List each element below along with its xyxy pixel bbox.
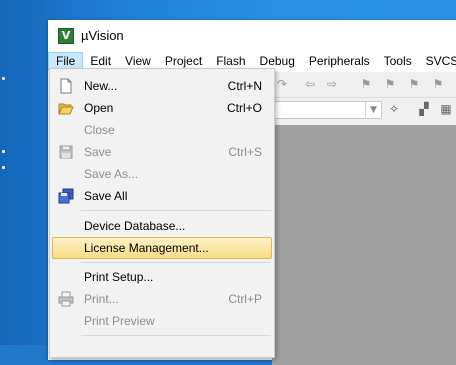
- menu-separator: [81, 335, 271, 336]
- menu-item-open[interactable]: Open Ctrl+O: [52, 97, 272, 119]
- menu-item-print-preview-label: Print Preview: [84, 314, 155, 328]
- desktop-icon-marker: [2, 166, 5, 169]
- menu-item-open-label: Open: [84, 101, 114, 115]
- menu-item-save-label: Save: [84, 145, 112, 159]
- menu-item-open-shortcut: Ctrl+O: [226, 101, 262, 115]
- title-bar[interactable]: V µVision: [48, 20, 456, 51]
- menu-item-save-all[interactable]: Save All: [52, 185, 272, 207]
- new-file-icon: [60, 78, 72, 94]
- menu-item-close[interactable]: Close: [52, 119, 272, 141]
- menu-item-save[interactable]: Save Ctrl+S: [52, 141, 272, 163]
- bookmark-prev-icon[interactable]: ⚑: [382, 76, 398, 92]
- menu-item-save-as[interactable]: Save As...: [52, 163, 272, 185]
- save-all-icon: [58, 188, 74, 204]
- menu-item-license-management-label: License Management...: [84, 241, 209, 255]
- file-menu-dropdown: New... Ctrl+N Open Ctrl+O Close Save Ctr…: [49, 68, 275, 358]
- menu-item-save-all-label: Save All: [84, 189, 128, 203]
- window-title: µVision: [81, 28, 124, 43]
- menu-item-print[interactable]: Print... Ctrl+P: [52, 288, 272, 310]
- menu-item-print-setup-label: Print Setup...: [84, 270, 154, 284]
- menu-item-device-database[interactable]: Device Database...: [52, 215, 272, 237]
- menu-separator: [81, 210, 271, 211]
- menu-svcs[interactable]: SVCS: [419, 52, 456, 71]
- menu-separator: [81, 262, 271, 263]
- manage-components-icon[interactable]: ▞: [416, 101, 432, 117]
- menu-item-close-label: Close: [84, 123, 115, 137]
- uvision-app-icon: V: [58, 27, 74, 44]
- navigate-back-icon[interactable]: ⇦: [302, 76, 318, 92]
- menu-item-print-preview[interactable]: Print Preview: [52, 310, 272, 332]
- menu-peripherals[interactable]: Peripherals: [302, 52, 377, 71]
- menu-item-new-label: New...: [84, 79, 118, 93]
- menu-item-new[interactable]: New... Ctrl+N: [52, 75, 272, 97]
- bookmark-next-icon[interactable]: ⚑: [406, 76, 422, 92]
- target-options-icon[interactable]: ✧: [386, 101, 402, 117]
- menu-item-save-as-label: Save As...: [84, 167, 139, 181]
- bookmark-icon[interactable]: ⚑: [358, 76, 374, 92]
- save-icon: [59, 145, 73, 159]
- pack-installer-icon[interactable]: ▦: [438, 101, 454, 117]
- target-select[interactable]: ▼: [270, 101, 382, 119]
- redo-icon[interactable]: ↷: [274, 76, 290, 92]
- menu-item-new-shortcut: Ctrl+N: [227, 79, 262, 93]
- menu-item-license-management[interactable]: License Management...: [52, 237, 272, 259]
- desktop-icon-marker: [2, 150, 5, 153]
- menu-item-save-shortcut: Ctrl+S: [228, 145, 262, 159]
- menu-item-device-database-label: Device Database...: [84, 219, 186, 233]
- folder-open-icon: [58, 103, 74, 115]
- navigate-forward-icon[interactable]: ⇨: [324, 76, 340, 92]
- menu-item-print-shortcut: Ctrl+P: [228, 292, 262, 306]
- menu-item-print-setup[interactable]: Print Setup...: [52, 266, 272, 288]
- menu-item-print-label: Print...: [84, 292, 119, 306]
- menu-tools[interactable]: Tools: [377, 52, 419, 71]
- chevron-down-icon[interactable]: ▼: [365, 102, 381, 118]
- bookmark-clear-icon[interactable]: ⚑: [430, 76, 446, 92]
- desktop-icon-marker: [2, 77, 5, 80]
- editor-workspace: [272, 125, 456, 365]
- printer-icon: [58, 291, 74, 307]
